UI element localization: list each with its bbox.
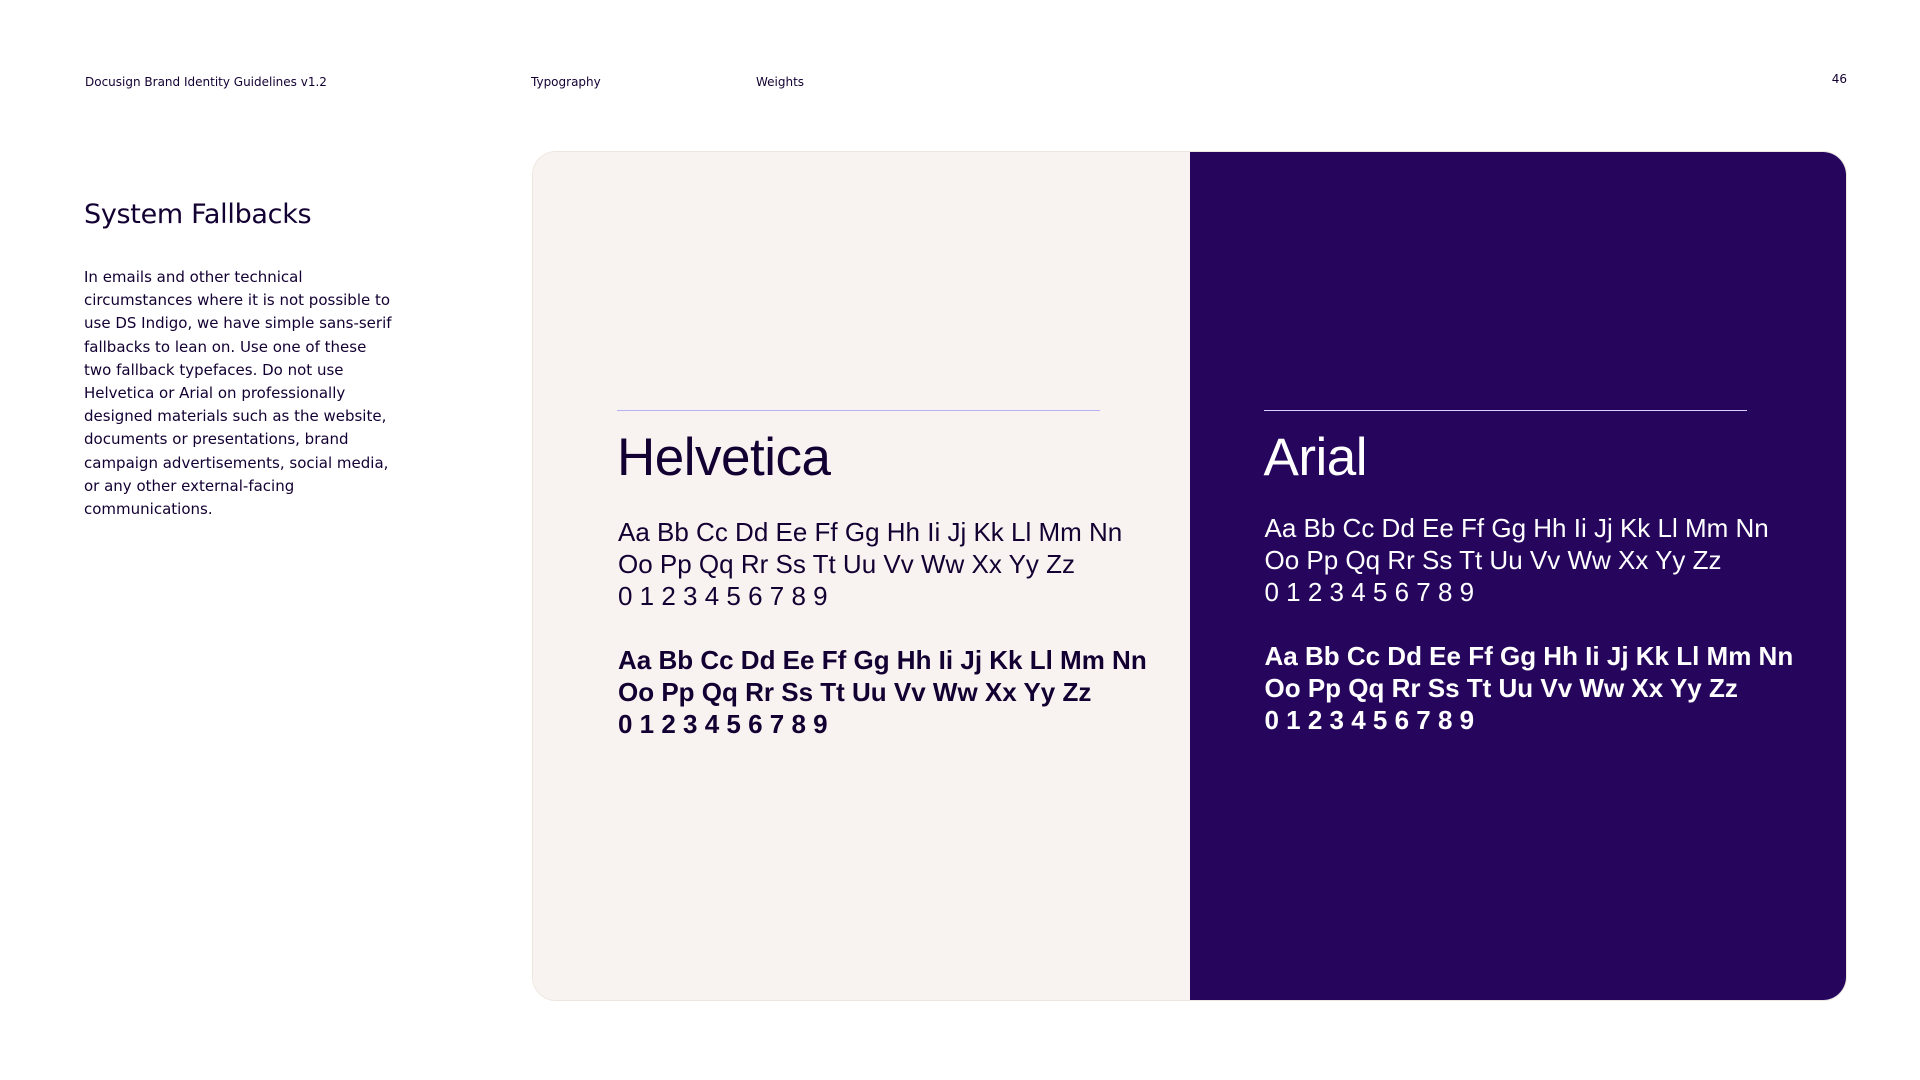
page-number: 46 [1831, 72, 1847, 86]
specimen-line: Aa Bb Cc Dd Ee Ff Gg Hh Ii Jj Kk Ll Mm N… [1264, 513, 1769, 543]
helvetica-regular-specimen: Aa Bb Cc Dd Ee Ff Gg Hh Ii Jj Kk Ll Mm N… [618, 516, 1122, 612]
arial-bold-specimen: Aa Bb Cc Dd Ee Ff Gg Hh Ii Jj Kk Ll Mm N… [1265, 640, 1794, 736]
specimen-line: 0 1 2 3 4 5 6 7 8 9 [618, 709, 828, 739]
arial-panel: Arial Aa Bb Cc Dd Ee Ff Gg Hh Ii Jj Kk L… [1189, 152, 1846, 1000]
specimen-line: Aa Bb Cc Dd Ee Ff Gg Hh Ii Jj Kk Ll Mm N… [618, 645, 1147, 675]
typeface-comparison-card: Helvetica Aa Bb Cc Dd Ee Ff Gg Hh Ii Jj … [532, 151, 1847, 1001]
specimen-line: Aa Bb Cc Dd Ee Ff Gg Hh Ii Jj Kk Ll Mm N… [1264, 641, 1794, 671]
divider-line [617, 410, 1100, 411]
specimen-line: 0 1 2 3 4 5 6 7 8 9 [1264, 705, 1475, 735]
section-body: In emails and other technical circumstan… [84, 268, 392, 519]
specimen-line: Oo Pp Qq Rr Ss Tt Uu Vv Ww Xx Yy Zz [618, 549, 1076, 579]
helvetica-bold-specimen: Aa Bb Cc Dd Ee Ff Gg Hh Ii Jj Kk Ll Mm N… [618, 644, 1147, 740]
section-title: System Fallbacks [84, 199, 312, 230]
typeface-name-arial: Arial [1263, 428, 1368, 487]
specimen-line: Aa Bb Cc Dd Ee Ff Gg Hh Ii Jj Kk Ll Mm N… [618, 517, 1123, 547]
document-title: Docusign Brand Identity Guidelines v1.2 [85, 75, 327, 89]
specimen-line: Oo Pp Qq Rr Ss Tt Uu Vv Ww Xx Yy Zz [1264, 545, 1722, 575]
specimen-line: 0 1 2 3 4 5 6 7 8 9 [618, 581, 828, 611]
section-label: Typography [531, 75, 601, 89]
divider-line [1263, 410, 1747, 411]
helvetica-panel: Helvetica Aa Bb Cc Dd Ee Ff Gg Hh Ii Jj … [533, 152, 1190, 1000]
specimen-line: Oo Pp Qq Rr Ss Tt Uu Vv Ww Xx Yy Zz [618, 677, 1092, 707]
arial-regular-specimen: Aa Bb Cc Dd Ee Ff Gg Hh Ii Jj Kk Ll Mm N… [1265, 512, 1769, 608]
specimen-line: Oo Pp Qq Rr Ss Tt Uu Vv Ww Xx Yy Zz [1264, 673, 1738, 703]
typeface-name-helvetica: Helvetica [617, 428, 831, 487]
subsection-label: Weights [756, 75, 805, 89]
specimen-line: 0 1 2 3 4 5 6 7 8 9 [1264, 577, 1475, 607]
